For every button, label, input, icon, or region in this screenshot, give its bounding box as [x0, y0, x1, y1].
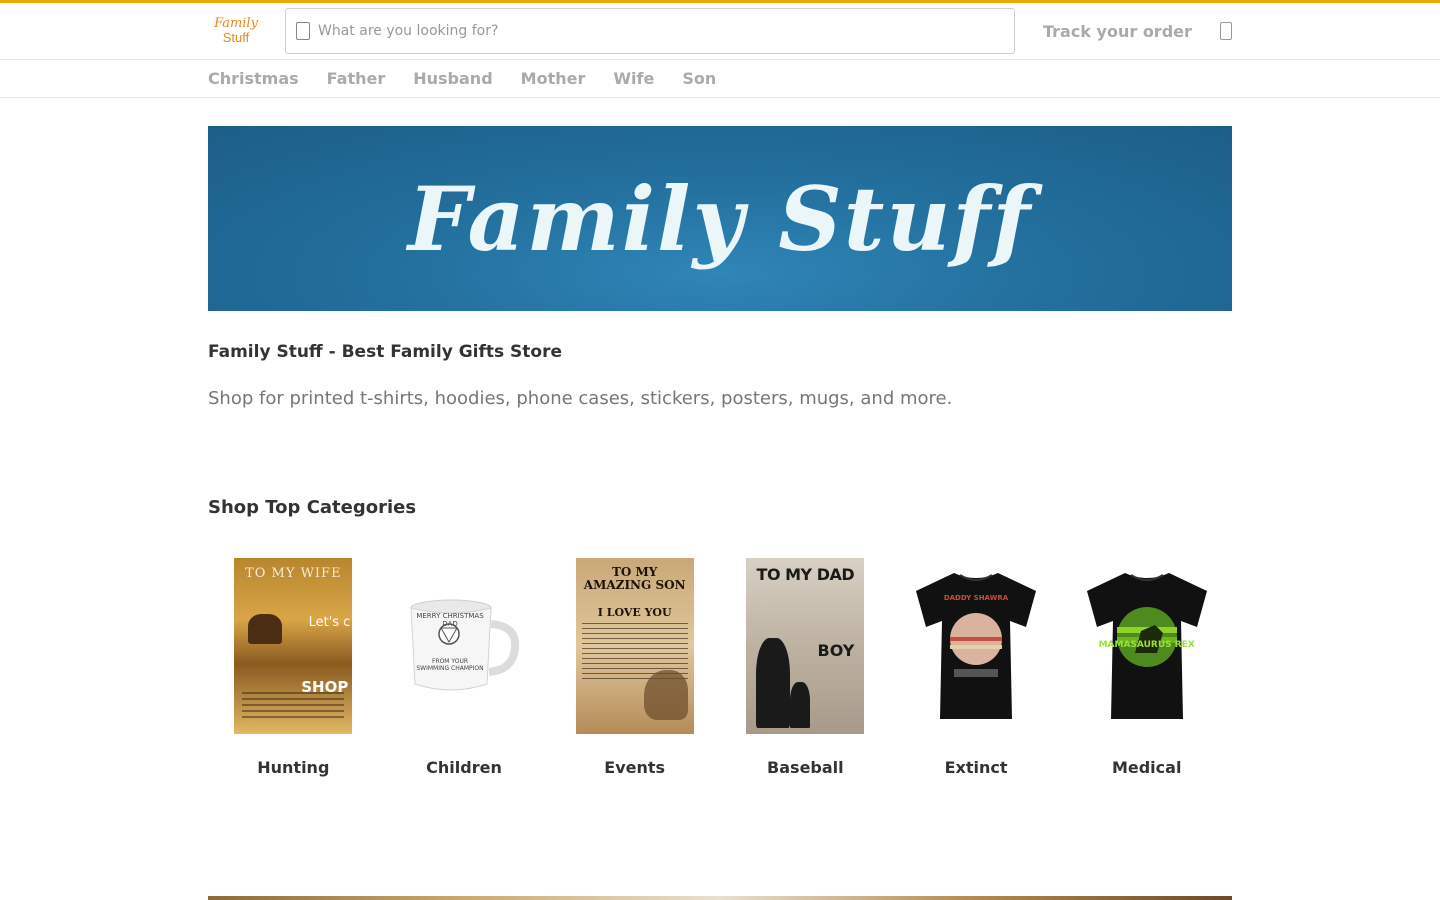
- baseball-poster-boy: BOY: [817, 641, 855, 660]
- hunting-poster-overlay: Let's c: [308, 615, 351, 630]
- baseball-poster: TO MY DAD BOY: [746, 558, 865, 734]
- son-silhouette: [790, 682, 811, 728]
- events-poster-title: TO MY AMAZING SON: [583, 565, 686, 592]
- track-order-link[interactable]: Track your order: [1043, 22, 1192, 41]
- category-extinct[interactable]: DADDY SHAWRA Extinct: [891, 558, 1062, 777]
- category-label-events[interactable]: Events: [604, 758, 665, 777]
- mug-text-top: MERRY CHRISTMAS DAD: [416, 612, 484, 628]
- events-poster: TO MY AMAZING SON I LOVE YOU: [575, 558, 694, 734]
- father-silhouette: [756, 638, 791, 728]
- category-label-medical[interactable]: Medical: [1112, 758, 1181, 777]
- category-medical[interactable]: MAMASAURUS REX Medical: [1061, 558, 1232, 777]
- category-grid: TO MY WIFE Let's c SHOP Hunting MERRY CH…: [208, 558, 1232, 777]
- hero-banner: Family Stuff: [208, 126, 1232, 311]
- category-image-medical[interactable]: MAMASAURUS REX: [1085, 558, 1209, 734]
- hunting-poster-shop: SHOP: [301, 678, 349, 696]
- mug-text-bottom: FROM YOUR SWIMMING CHAMPION: [416, 658, 484, 672]
- next-section-banner-edge: [208, 896, 1232, 900]
- category-children[interactable]: MERRY CHRISTMAS DAD FROM YOUR SWIMMING C…: [379, 558, 550, 777]
- category-label-hunting[interactable]: Hunting: [257, 758, 329, 777]
- logo-script: Family: [214, 16, 258, 31]
- page-subtitle: Shop for printed t-shirts, hoodies, phon…: [208, 388, 953, 409]
- category-image-baseball[interactable]: TO MY DAD BOY: [746, 558, 865, 734]
- hunting-poster-lines: [242, 692, 345, 722]
- category-label-children[interactable]: Children: [426, 758, 502, 777]
- mug-image: [410, 599, 520, 691]
- logo-sub: Stuff: [222, 30, 250, 45]
- site-logo[interactable]: Family Stuff: [208, 9, 264, 53]
- banner-text: Family Stuff: [407, 166, 1033, 271]
- tshirt-extinct-text: DADDY SHAWRA: [943, 594, 1009, 602]
- nav-item-mother[interactable]: Mother: [521, 69, 586, 88]
- tshirt-medical-text: MAMASAURUS REX: [1098, 640, 1195, 650]
- nav-item-husband[interactable]: Husband: [413, 69, 492, 88]
- category-label-baseball[interactable]: Baseball: [767, 758, 844, 777]
- nav-item-wife[interactable]: Wife: [613, 69, 654, 88]
- nav-item-father[interactable]: Father: [327, 69, 386, 88]
- events-poster-love: I LOVE YOU: [597, 606, 672, 619]
- baseball-poster-title: TO MY DAD: [756, 565, 855, 584]
- category-image-children[interactable]: MERRY CHRISTMAS DAD FROM YOUR SWIMMING C…: [405, 558, 523, 734]
- search-box[interactable]: [285, 8, 1015, 54]
- category-label-extinct[interactable]: Extinct: [945, 758, 1008, 777]
- site-header: Family Stuff Track your order: [0, 3, 1440, 60]
- category-nav: Christmas Father Husband Mother Wife Son: [0, 60, 1440, 98]
- category-baseball[interactable]: TO MY DAD BOY Baseball: [720, 558, 891, 777]
- search-icon: [296, 22, 310, 40]
- categories-title: Shop Top Categories: [208, 497, 417, 518]
- category-image-extinct[interactable]: DADDY SHAWRA: [914, 558, 1038, 734]
- category-events[interactable]: TO MY AMAZING SON I LOVE YOU Events: [549, 558, 720, 777]
- dinosaur-shape: [643, 670, 688, 720]
- main-content: Family Stuff Family Stuff - Best Family …: [208, 126, 1232, 777]
- search-input[interactable]: [318, 23, 978, 39]
- nav-item-son[interactable]: Son: [682, 69, 716, 88]
- nav-item-christmas[interactable]: Christmas: [208, 69, 299, 88]
- hunting-poster-title: TO MY WIFE: [245, 566, 342, 581]
- page-title: Family Stuff - Best Family Gifts Store: [208, 342, 563, 362]
- category-image-events[interactable]: TO MY AMAZING SON I LOVE YOU: [575, 558, 694, 734]
- category-image-hunting[interactable]: TO MY WIFE Let's c SHOP: [234, 558, 353, 734]
- deer-shape: [248, 614, 283, 644]
- cart-icon[interactable]: [1219, 22, 1232, 40]
- hunting-poster: TO MY WIFE Let's c SHOP: [234, 558, 353, 734]
- category-hunting[interactable]: TO MY WIFE Let's c SHOP Hunting: [208, 558, 379, 777]
